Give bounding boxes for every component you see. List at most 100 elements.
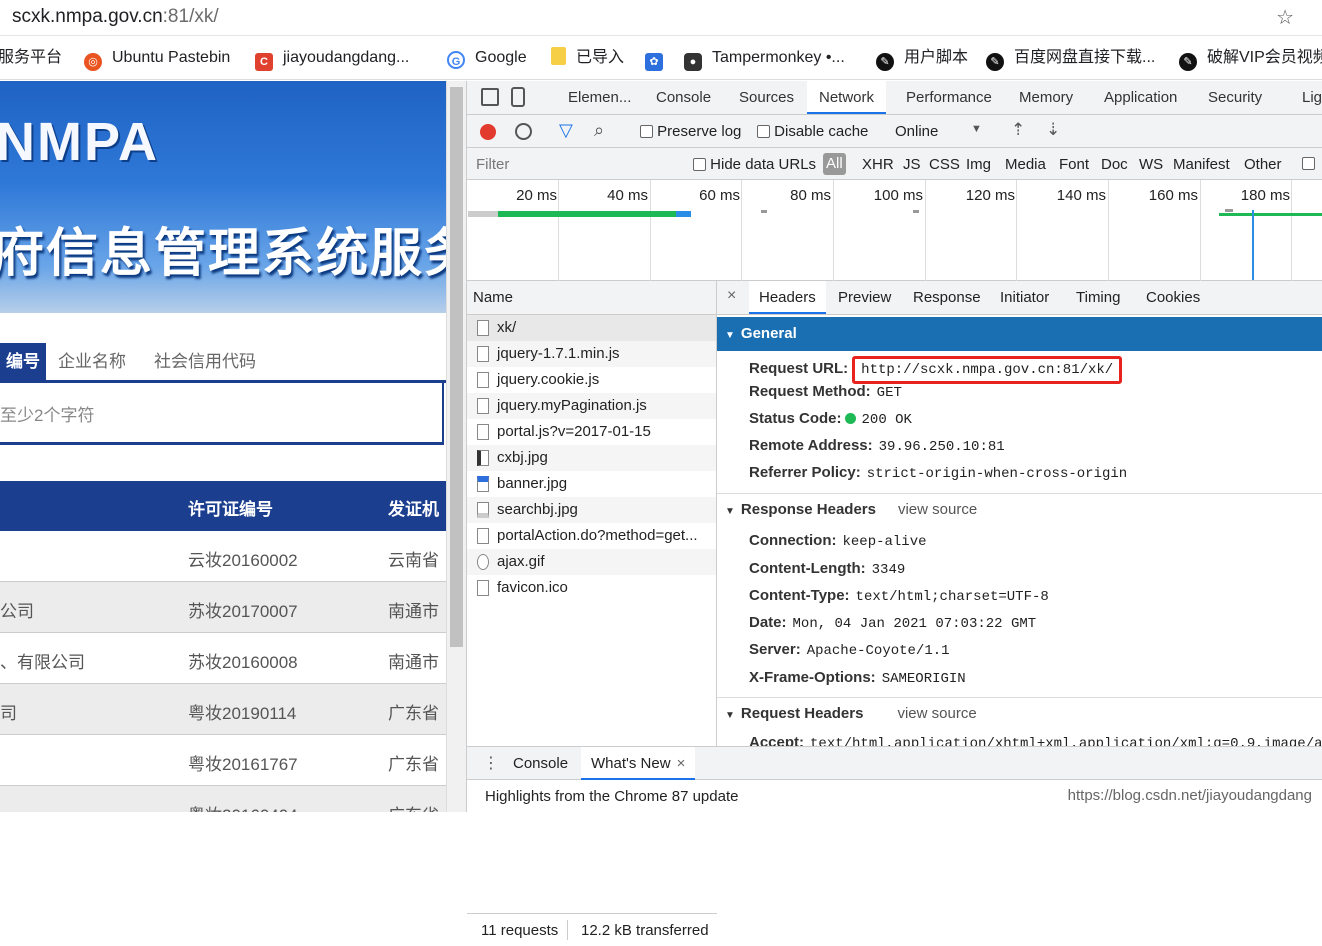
bookmark-item[interactable]: GGoogle [447, 47, 527, 69]
address-bar[interactable]: scxk.nmpa.gov.cn:81/xk/ ☆ [0, 0, 1322, 36]
tab-headers[interactable]: Headers [749, 281, 826, 314]
filter-input[interactable]: Filter [467, 148, 677, 179]
tab-memory[interactable]: Memory [1019, 81, 1073, 114]
request-name: cxbj.jpg [497, 449, 548, 466]
bookmark-item[interactable]: ✎用户脚本 [876, 47, 968, 69]
table-row[interactable]: 粤妆20160404广东省 [0, 786, 446, 812]
preserve-log-checkbox[interactable]: Preserve log [640, 123, 741, 140]
table-row[interactable]: 、有限公司苏妆20160008南通市 [0, 633, 446, 684]
chevron-down-icon[interactable]: ▼ [971, 123, 982, 135]
throttle-value: Online [895, 123, 938, 140]
divider [567, 920, 568, 940]
tab-sources[interactable]: Sources [739, 81, 794, 114]
bookmark-item[interactable]: ✿ [645, 47, 673, 69]
type-filter-other[interactable]: Other [1244, 156, 1282, 173]
tab-performance[interactable]: Performance [906, 81, 992, 114]
name-column-header[interactable]: Name [467, 281, 716, 315]
bookmark-item[interactable]: ◎Ubuntu Pastebin [84, 47, 230, 69]
request-row[interactable]: banner.jpg [467, 471, 716, 497]
request-row[interactable]: cxbj.jpg [467, 445, 716, 471]
bookmark-item[interactable]: ●Tampermonkey •... [684, 47, 845, 69]
type-filter-img[interactable]: Img [966, 156, 991, 173]
tab-application[interactable]: Application [1104, 81, 1177, 114]
bookmark-item[interactable]: 服务平台 [0, 47, 62, 69]
tab-response[interactable]: Response [913, 289, 981, 306]
type-filter-media[interactable]: Media [1005, 156, 1046, 173]
table-row[interactable]: 司粤妆20190114广东省 [0, 684, 446, 735]
tab-elements[interactable]: Elemen... [568, 81, 631, 114]
request-row[interactable]: ajax.gif [467, 549, 716, 575]
tab-initiator[interactable]: Initiator [1000, 289, 1049, 306]
tab-credit-code[interactable]: 社会信用代码 [154, 343, 256, 380]
request-row[interactable]: portal.js?v=2017-01-15 [467, 419, 716, 445]
search-tabs: 编号 企业名称 社会信用代码 [0, 343, 446, 383]
baidu-icon: ✿ [645, 53, 663, 71]
request-row[interactable]: jquery-1.7.1.min.js [467, 341, 716, 367]
drawer-tab-whats-new[interactable]: What's New× [581, 747, 695, 780]
record-icon[interactable] [480, 124, 496, 140]
type-filter-font[interactable]: Font [1059, 156, 1089, 173]
throttle-select[interactable]: Online [895, 123, 938, 140]
system-title: 府信息管理系统服务 [0, 211, 446, 286]
tab-timing[interactable]: Timing [1076, 289, 1120, 306]
tab-lighthouse[interactable]: Lig [1302, 81, 1322, 114]
tab-security[interactable]: Security [1208, 81, 1262, 114]
bookmark-item[interactable]: ✎破解VIP会员视频 [1179, 47, 1322, 69]
search-input[interactable]: 至少2个字符 [0, 383, 444, 445]
request-row[interactable]: xk/ [467, 315, 716, 341]
general-section-header[interactable]: ▼General [717, 317, 1322, 351]
page-scrollbar[interactable] [446, 81, 466, 812]
type-filter-ws[interactable]: WS [1139, 156, 1163, 173]
request-headers-section-header[interactable]: ▼Request Headersview source [717, 697, 1322, 731]
cell-company: 、有限公司 [0, 648, 85, 673]
bookmark-item[interactable]: Cjiayoudangdang... [255, 47, 409, 69]
type-filter-css[interactable]: CSS [929, 156, 960, 173]
network-timeline[interactable]: 20 ms 40 ms 60 ms 80 ms 100 ms 120 ms 14… [467, 180, 1322, 281]
inspect-element-icon[interactable] [481, 88, 499, 106]
request-row[interactable]: jquery.myPagination.js [467, 393, 716, 419]
header-key: X-Frame-Options: [749, 669, 876, 686]
tab-cookies[interactable]: Cookies [1146, 289, 1200, 306]
search-icon[interactable]: ⌕ [594, 120, 604, 141]
request-row[interactable]: portalAction.do?method=get... [467, 523, 716, 549]
tab-company-name[interactable]: 企业名称 [58, 343, 126, 380]
filter-icon[interactable]: ▽ [559, 120, 573, 141]
tab-network[interactable]: Network [807, 81, 886, 114]
more-options-icon[interactable]: ⋮ [483, 753, 499, 773]
url-text[interactable]: scxk.nmpa.gov.cn:81/xk/ [12, 6, 219, 28]
type-filter-xhr[interactable]: XHR [862, 156, 894, 173]
response-headers-section-header[interactable]: ▼Response Headersview source [717, 493, 1322, 527]
type-filter-manifest[interactable]: Manifest [1173, 156, 1230, 173]
device-toolbar-icon[interactable] [511, 87, 525, 107]
type-filter-js[interactable]: JS [903, 156, 921, 173]
request-url-value[interactable]: http://scxk.nmpa.gov.cn:81/xk/ [852, 356, 1122, 384]
drawer-tab-console[interactable]: Console [513, 755, 568, 772]
table-row[interactable]: 云妆20160002云南省 [0, 531, 446, 582]
type-filter-all[interactable]: All [823, 153, 846, 175]
request-row[interactable]: jquery.cookie.js [467, 367, 716, 393]
import-har-icon[interactable]: ⇡ [1011, 120, 1025, 140]
request-row[interactable]: favicon.ico [467, 575, 716, 601]
export-har-icon[interactable]: ⇣ [1046, 120, 1060, 140]
view-source-link[interactable]: view source [897, 705, 976, 722]
tab-preview[interactable]: Preview [838, 289, 891, 306]
header-value: Apache-Coyote/1.1 [807, 643, 950, 659]
timeline-gridline [925, 180, 926, 281]
disable-cache-checkbox[interactable]: Disable cache [757, 123, 868, 140]
scrollbar-thumb[interactable] [450, 87, 463, 647]
view-source-link[interactable]: view source [898, 501, 977, 518]
tab-license-number[interactable]: 编号 [0, 343, 46, 380]
bookmark-star-icon[interactable]: ☆ [1276, 5, 1294, 30]
close-icon[interactable]: × [727, 287, 736, 305]
blocked-requests-checkbox[interactable] [1302, 157, 1315, 170]
bookmark-item[interactable]: 已导入 [551, 47, 624, 69]
hide-data-urls-checkbox[interactable]: Hide data URLs [693, 156, 816, 173]
table-row[interactable]: 公司苏妆20170007南通市 [0, 582, 446, 633]
clear-icon[interactable] [515, 123, 532, 140]
bookmark-item[interactable]: ✎百度网盘直接下载... [986, 47, 1155, 69]
type-filter-doc[interactable]: Doc [1101, 156, 1128, 173]
request-row[interactable]: searchbj.jpg [467, 497, 716, 523]
tab-console[interactable]: Console [656, 81, 711, 114]
close-icon[interactable]: × [677, 755, 686, 772]
table-row[interactable]: 粤妆20161767广东省 [0, 735, 446, 786]
